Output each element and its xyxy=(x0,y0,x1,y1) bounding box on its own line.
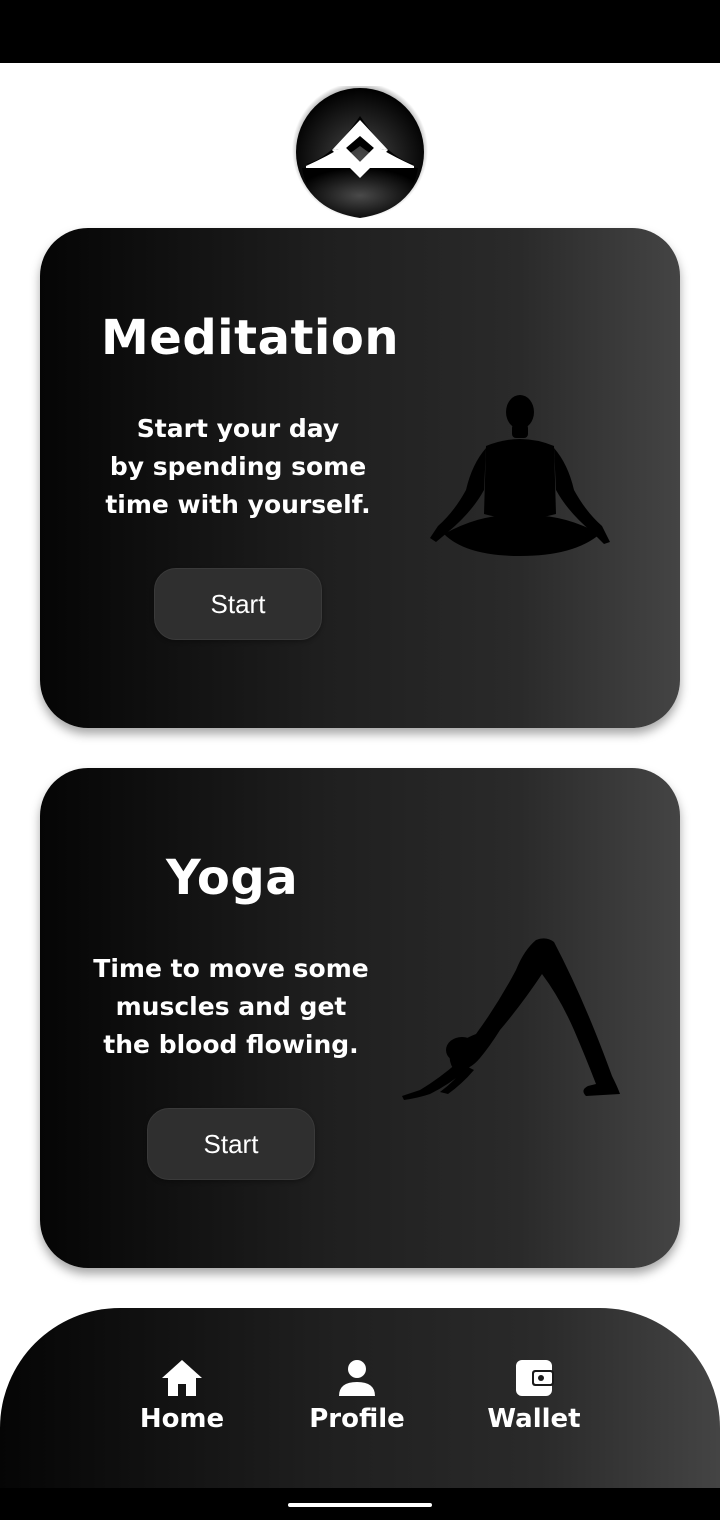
home-indicator[interactable] xyxy=(288,1503,432,1507)
meditation-card: Meditation Start your day by spending so… xyxy=(40,228,680,728)
wallet-icon xyxy=(516,1360,554,1396)
card-description: Time to move some muscles and get the bl… xyxy=(93,954,369,1059)
home-icon xyxy=(162,1360,202,1396)
card-title: Meditation xyxy=(101,310,400,366)
downward-dog-pose-icon xyxy=(402,938,620,1100)
nav-home[interactable]: Home xyxy=(112,1358,252,1434)
meditation-start-button[interactable]: Start xyxy=(154,568,322,640)
bottom-navigation: Home Profile Wallet xyxy=(0,1308,720,1488)
nav-label: Home xyxy=(139,1404,225,1434)
status-bar xyxy=(0,0,720,63)
card-description: Start your day by spending some time wit… xyxy=(105,414,371,519)
person-icon xyxy=(339,1360,375,1396)
yoga-start-button[interactable]: Start xyxy=(147,1108,315,1180)
meditation-pose-icon xyxy=(430,395,610,556)
nav-wallet[interactable]: Wallet xyxy=(464,1358,604,1434)
nav-label: Wallet xyxy=(487,1404,581,1434)
mountain-logo xyxy=(292,86,428,218)
nav-label: Profile xyxy=(309,1404,405,1434)
nav-profile[interactable]: Profile xyxy=(287,1358,427,1434)
yoga-card: Yoga Time to move some muscles and get t… xyxy=(40,768,680,1268)
card-title: Yoga xyxy=(166,850,299,906)
